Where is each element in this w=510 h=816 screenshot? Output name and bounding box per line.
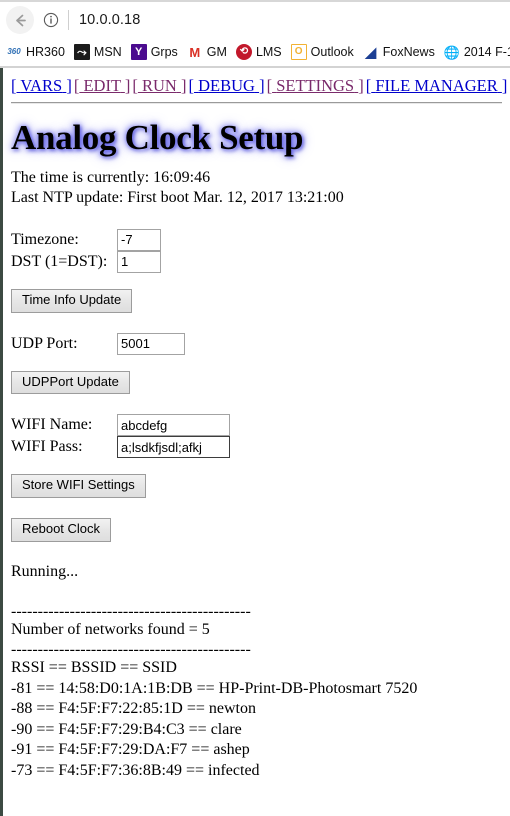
current-time-line: The time is currently: 16:09:46 (11, 168, 211, 186)
bookmark-gm[interactable]: M GM (186, 44, 227, 60)
nav-link-edit[interactable]: [ EDIT ] (74, 76, 131, 95)
bookmark-hr360[interactable]: 360 HR360 (6, 44, 65, 60)
nav-link-file-manager[interactable]: [ FILE MANAGER ] (366, 76, 508, 95)
page-title: Analog Clock Setup (11, 117, 304, 157)
globe-favicon: 🌐 (443, 44, 460, 60)
foxnews-favicon: ◢ (362, 44, 379, 60)
bookmark-foxnews[interactable]: ◢ FoxNews (362, 44, 435, 60)
bookmark-label: Grps (150, 45, 178, 59)
reboot-clock-button[interactable]: Reboot Clock (11, 518, 112, 543)
nav-link-vars[interactable]: [ VARS ] (11, 76, 72, 95)
wifi-pass-label: WIFI Pass: (11, 438, 83, 456)
bookmarks-bar: 360 HR360 ⤳ MSN Y Grps M GM ⟲ LMS O Outl… (0, 38, 510, 66)
nav-label: FILE MANAGER (375, 76, 498, 95)
bracket-open: [ (73, 76, 80, 95)
bookmark-label: HR360 (26, 45, 65, 59)
status-text: Running... (11, 563, 79, 581)
bookmark-lms[interactable]: ⟲ LMS (235, 44, 282, 60)
nav-label: DEBUG (198, 76, 255, 95)
nav-divider (11, 101, 502, 104)
ntp-update-line: Last NTP update: First boot Mar. 12, 201… (11, 189, 344, 207)
hr360-favicon: 360 (6, 44, 22, 60)
bracket-close: ] (501, 76, 508, 95)
nav-label: EDIT (83, 76, 121, 95)
wifi-pass-row: WIFI Pass: (11, 436, 502, 459)
network-row: -73 == F4:5F:F7:36:8B:49 == infected (11, 761, 260, 779)
address-divider (68, 10, 69, 30)
url-input[interactable]: 10.0.0.18 (79, 12, 140, 28)
bracket-close: ] (124, 76, 131, 95)
bracket-close: ] (259, 76, 265, 95)
network-row: -88 == F4:5F:F7:22:85:1D == newton (11, 700, 256, 718)
page-viewport: [ VARS ][ EDIT ][ RUN ][ DEBUG ][ SETTIN… (0, 68, 510, 816)
bracket-open: [ (132, 76, 138, 95)
bookmark-label: Outlook (310, 45, 354, 59)
udp-port-update-button[interactable]: UDPPort Update (11, 370, 130, 395)
msn-favicon: ⤳ (73, 44, 90, 60)
network-row: -90 == F4:5F:F7:29:B4:C3 == clare (11, 720, 242, 738)
bookmark-label: GM (206, 45, 227, 59)
time-info-form: Timezone: DST (1=DST): Time Info Update (11, 228, 502, 313)
wifi-settings-form: WIFI Name: WIFI Pass: Store WIFI Setting… (11, 414, 502, 499)
bookmark-grps[interactable]: Y Grps (130, 44, 178, 60)
bookmark-msn[interactable]: ⤳ MSN (73, 44, 122, 60)
dst-label: DST (1=DST): (11, 252, 108, 270)
nav-link-settings[interactable]: [ SETTINGS ] (267, 76, 364, 95)
browser-chrome: 10.0.0.18 360 HR360 ⤳ MSN Y Grps M GM ⟲ … (0, 0, 510, 68)
lms-favicon: ⟲ (235, 44, 252, 60)
bracket-open: [ (266, 76, 273, 95)
bracket-open: [ (188, 76, 194, 95)
scan-divider-top: ----------------------------------------… (11, 602, 251, 620)
bracket-close: ] (66, 76, 72, 95)
network-row: -91 == F4:5F:F7:29:DA:F7 == ashep (11, 741, 250, 759)
timezone-label: Timezone: (11, 230, 79, 248)
nav-link-run[interactable]: [ RUN ] (132, 76, 186, 95)
nav-label: VARS (20, 76, 63, 95)
outlook-favicon: O (290, 44, 307, 60)
wifi-pass-input[interactable] (117, 436, 230, 459)
udp-port-label: UDP Port: (11, 334, 78, 352)
bookmark-label: MSN (93, 45, 122, 59)
wifi-name-label: WIFI Name: (11, 416, 93, 434)
dst-input[interactable] (117, 250, 161, 273)
udp-port-input[interactable] (117, 332, 185, 355)
back-arrow-icon[interactable] (6, 6, 34, 34)
bracket-close: ] (358, 76, 364, 95)
navigation-links: [ VARS ][ EDIT ][ RUN ][ DEBUG ][ SETTIN… (11, 74, 507, 97)
timezone-input[interactable] (117, 228, 161, 251)
wifi-name-input[interactable] (117, 414, 230, 437)
time-info-update-button[interactable]: Time Info Update (11, 288, 133, 313)
bookmark-label: LMS (255, 45, 282, 59)
nav-label: SETTINGS (276, 76, 355, 95)
page-content: [ VARS ][ EDIT ][ RUN ][ DEBUG ][ SETTIN… (3, 68, 510, 816)
bracket-close: ] (180, 76, 187, 95)
bracket-open: [ (11, 76, 17, 95)
bracket-open: [ (365, 76, 372, 95)
address-bar: 10.0.0.18 (0, 2, 510, 38)
bookmark-2014-f150[interactable]: 🌐 2014 F-150 (443, 44, 510, 60)
network-count-line: Number of networks found = 5 (11, 621, 210, 639)
gmail-favicon: M (186, 44, 203, 60)
scan-divider-bottom: ----------------------------------------… (11, 640, 251, 658)
nav-link-debug[interactable]: [ DEBUG ] (188, 76, 264, 95)
bookmark-outlook[interactable]: O Outlook (290, 44, 354, 60)
info-circle-icon[interactable] (40, 9, 62, 31)
network-scan-results: ----------------------------------------… (11, 603, 502, 781)
nav-label: RUN (142, 76, 177, 95)
network-row: -81 == 14:58:D0:1A:1B:DB == HP-Print-DB-… (11, 679, 418, 697)
udp-port-form: UDP Port: UDPPort Update (11, 332, 502, 395)
udp-port-row: UDP Port: (11, 332, 502, 355)
timezone-row: Timezone: (11, 228, 502, 251)
scan-table-header: RSSI == BSSID == SSID (11, 659, 177, 677)
store-wifi-settings-button[interactable]: Store WIFI Settings (11, 474, 146, 499)
dst-row: DST (1=DST): (11, 250, 502, 273)
wifi-name-row: WIFI Name: (11, 414, 502, 437)
bookmark-label: FoxNews (382, 45, 435, 59)
bookmark-label: 2014 F-150 (463, 45, 510, 59)
yahoo-favicon: Y (130, 44, 147, 60)
